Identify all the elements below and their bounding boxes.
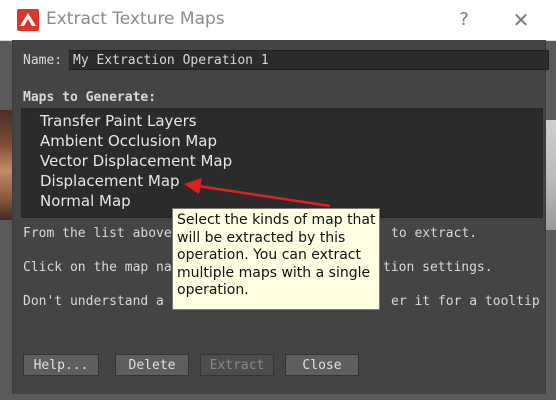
info-line-3-end: er it for a tooltip (391, 294, 540, 309)
help-button[interactable]: Help... (23, 354, 99, 376)
name-input[interactable] (69, 50, 549, 70)
info-line-1-end: to extract. (391, 226, 478, 241)
help-icon[interactable]: ? (451, 7, 477, 33)
map-item-vector-displacement[interactable]: Vector Displacement Map (40, 152, 232, 170)
info-line-2-start: Click on the map na (23, 260, 172, 275)
app-logo-icon (17, 9, 39, 31)
close-button[interactable]: Close (285, 354, 359, 376)
map-item-ambient-occlusion[interactable]: Ambient Occlusion Map (40, 132, 217, 150)
window-title: Extract Texture Maps (46, 9, 225, 29)
name-label: Name: (23, 53, 63, 68)
delete-button[interactable]: Delete (115, 354, 189, 376)
maps-section-title: Maps to Generate: (23, 90, 157, 105)
map-item-displacement[interactable]: Displacement Map (40, 172, 180, 190)
close-icon[interactable]: ✕ (506, 6, 536, 34)
info-line-3-start: Don't understand a (23, 294, 164, 309)
map-item-transfer-paint-layers[interactable]: Transfer Paint Layers (40, 112, 197, 130)
tooltip-line: multiple maps with a single (177, 264, 371, 281)
tooltip: Select the kinds of map that will be ext… (172, 208, 380, 310)
tooltip-line: will be extracted by this (177, 229, 346, 246)
extract-button[interactable]: Extract (200, 354, 274, 376)
tooltip-line: operation. (177, 282, 249, 298)
map-list[interactable]: Transfer Paint Layers Ambient Occlusion … (21, 108, 543, 218)
info-line-2-end: tion settings. (383, 260, 493, 275)
title-bar: Extract Texture Maps ? ✕ (0, 0, 556, 41)
tooltip-line: operation. You can extract (177, 247, 361, 263)
map-item-normal[interactable]: Normal Map (40, 192, 131, 210)
info-line-1-start: From the list above (23, 226, 172, 241)
tooltip-line: Select the kinds of map that (177, 212, 376, 228)
